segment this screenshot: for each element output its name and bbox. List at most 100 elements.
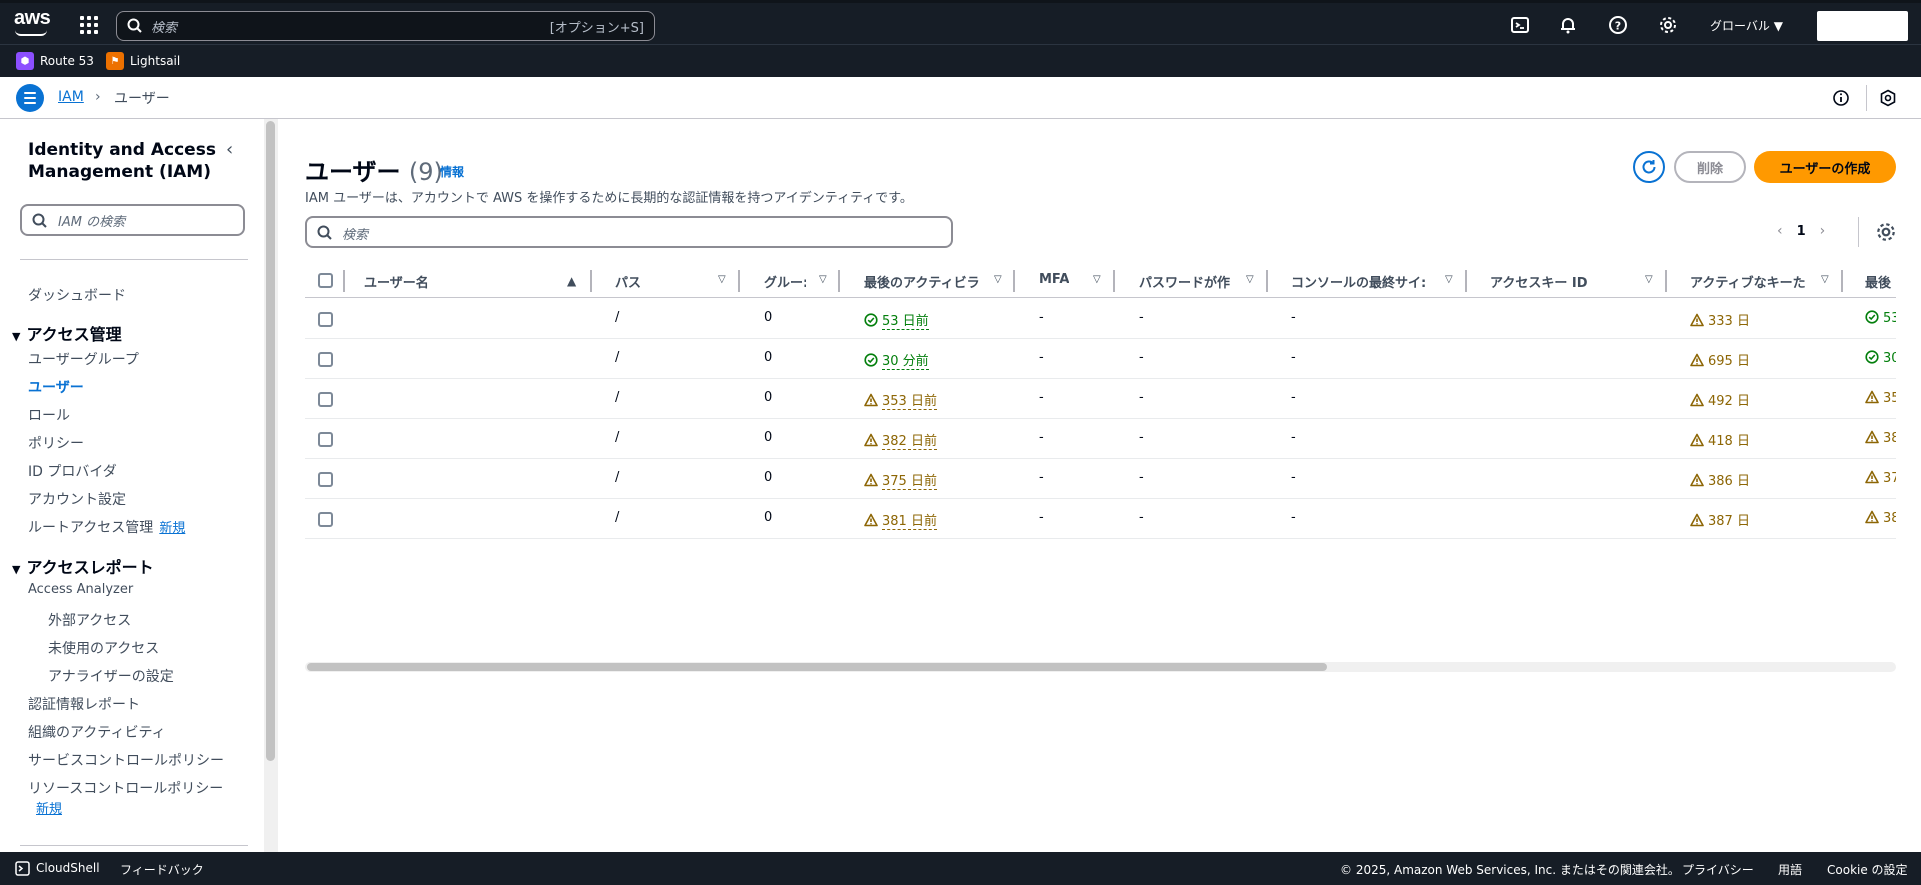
row-checkbox[interactable] xyxy=(318,432,333,447)
sort-icon[interactable]: ▽ xyxy=(819,274,827,285)
sort-icon[interactable]: ▽ xyxy=(1445,274,1453,285)
sidebar-item-roles[interactable]: ロール xyxy=(28,405,70,425)
chevron-left-icon[interactable]: ‹ xyxy=(1777,223,1783,239)
account-menu[interactable] xyxy=(1817,11,1908,41)
sort-icon[interactable]: ▽ xyxy=(718,274,726,285)
column-header-mfa[interactable]: MFA xyxy=(1039,272,1069,287)
cell-last-activity[interactable]: 382 日前 xyxy=(864,430,937,450)
delete-button[interactable]: 削除 xyxy=(1674,151,1746,183)
help-icon[interactable]: ? xyxy=(1608,15,1628,35)
search-icon xyxy=(317,225,332,240)
row-checkbox[interactable] xyxy=(318,392,333,407)
cloudshell-icon[interactable] xyxy=(1510,15,1530,35)
gear-icon[interactable] xyxy=(1658,15,1678,35)
global-search-input[interactable]: 検索 [オプション+S] xyxy=(116,11,655,41)
sidebar-item-analyzer-settings[interactable]: アナライザーの設定 xyxy=(48,666,174,686)
sidebar-item-unused-access[interactable]: 未使用のアクセス xyxy=(48,638,159,658)
row-checkbox[interactable] xyxy=(318,472,333,487)
favorite-lightsail[interactable]: ⚑ Lightsail xyxy=(106,52,180,70)
column-header-username[interactable]: ユーザー名 xyxy=(364,272,429,291)
user-search-input[interactable]: 検索 xyxy=(305,216,953,248)
table-row[interactable]: / 0 375 日前 - - - 386 日 37 xyxy=(305,459,1896,499)
sidebar-item-credential-report[interactable]: 認証情報レポート xyxy=(28,694,140,714)
sidebar-item-dashboard[interactable]: ダッシュボード xyxy=(28,285,126,305)
info-icon[interactable] xyxy=(1832,89,1850,107)
breadcrumb-iam[interactable]: IAM xyxy=(58,89,84,105)
sort-icon[interactable]: ▽ xyxy=(1246,274,1254,285)
select-all-checkbox[interactable] xyxy=(318,273,333,288)
sort-icon[interactable]: ▽ xyxy=(1093,274,1101,285)
cell-console-last-signin: - xyxy=(1291,510,1296,525)
column-header-groups[interactable]: グルー: xyxy=(764,272,806,291)
column-header-password-age[interactable]: パスワードが作 xyxy=(1139,272,1235,291)
column-header-last[interactable]: 最後 xyxy=(1865,272,1896,291)
table-row[interactable]: / 0 381 日前 - - - 387 日 38 xyxy=(305,499,1896,539)
cell-console-last-signin: - xyxy=(1291,390,1296,405)
column-header-console-last-signin[interactable]: コンソールの最終サイ: xyxy=(1291,272,1437,291)
sidebar-item-rcp[interactable]: リソースコントロールポリシー xyxy=(28,778,223,798)
cloudshell-icon[interactable] xyxy=(15,861,30,876)
sidebar-section-access-management[interactable]: ▼ アクセス管理 xyxy=(12,321,122,345)
sidebar-item-policies[interactable]: ポリシー xyxy=(28,433,84,453)
sidebar-item-scp[interactable]: サービスコントロールポリシー xyxy=(28,750,224,770)
sidebar-item-account-settings[interactable]: アカウント設定 xyxy=(28,489,126,509)
sidebar-item-external-access[interactable]: 外部アクセス xyxy=(48,610,131,630)
cell-mfa: - xyxy=(1039,470,1044,485)
sidebar-scrollbar[interactable] xyxy=(266,121,275,761)
security-hub-icon[interactable] xyxy=(1879,89,1897,107)
table-settings-gear-icon[interactable] xyxy=(1875,221,1897,243)
page-number[interactable]: 1 xyxy=(1797,224,1806,239)
scrollbar-thumb[interactable] xyxy=(307,663,1327,671)
row-checkbox[interactable] xyxy=(318,352,333,367)
row-checkbox[interactable] xyxy=(318,512,333,527)
table-row[interactable]: / 0 30 分前 - - - 695 日 30 xyxy=(305,339,1896,379)
cell-last-activity[interactable]: 381 日前 xyxy=(864,510,937,530)
table-row[interactable]: / 0 382 日前 - - - 418 日 38 xyxy=(305,419,1896,459)
terms-link[interactable]: 用語 xyxy=(1778,861,1802,878)
table-horizontal-scrollbar[interactable] xyxy=(305,662,1896,672)
info-link[interactable]: 情報 xyxy=(440,163,464,180)
region-selector[interactable]: グローバル ▼ xyxy=(1710,17,1783,34)
table-row[interactable]: / 0 53 日前 - - - 333 日 53 xyxy=(305,299,1896,339)
sidebar-item-user-groups[interactable]: ユーザーグループ xyxy=(28,349,139,369)
sidebar-item-access-analyzer[interactable]: Access Analyzer xyxy=(28,582,133,597)
bell-icon[interactable] xyxy=(1558,15,1578,35)
table-row[interactable]: / 0 353 日前 - - - 492 日 35 xyxy=(305,379,1896,419)
create-user-button[interactable]: ユーザーの作成 xyxy=(1754,151,1896,183)
column-header-access-key-id[interactable]: アクセスキー ID xyxy=(1490,272,1588,291)
cell-groups: 0 xyxy=(764,470,773,485)
cell-last-activity[interactable]: 353 日前 xyxy=(864,390,937,410)
chevron-right-icon[interactable]: › xyxy=(1820,223,1826,239)
table-row[interactable]: /0----2002 日- xyxy=(305,539,1896,542)
sidebar-search-input[interactable]: IAM の検索 xyxy=(20,204,245,236)
cookie-settings-link[interactable]: Cookie の設定 xyxy=(1827,861,1908,878)
favorite-route53[interactable]: ⬢ Route 53 xyxy=(16,52,94,70)
cell-active-key-age: 333 日 xyxy=(1690,310,1750,329)
column-header-last-activity[interactable]: 最後のアクティビラ xyxy=(864,272,986,291)
column-header-active-key-age[interactable]: アクティブなキーた xyxy=(1690,272,1812,291)
sidebar-title[interactable]: Identity and Access Management (IAM) xyxy=(28,139,228,183)
chevron-left-icon[interactable]: ‹ xyxy=(226,139,233,160)
apps-grid-icon[interactable] xyxy=(80,16,98,34)
sort-icon[interactable]: ▽ xyxy=(994,274,1002,285)
sidebar-item-identity-providers[interactable]: ID プロバイダ xyxy=(28,461,117,481)
cell-last-activity[interactable]: 30 分前 xyxy=(864,350,929,370)
sort-icon[interactable]: ▽ xyxy=(1645,274,1653,285)
row-checkbox[interactable] xyxy=(318,312,333,327)
sidebar-item-users[interactable]: ユーザー xyxy=(28,377,84,397)
privacy-link[interactable]: プライバシー xyxy=(1682,861,1754,878)
user-count: (9) xyxy=(408,158,443,186)
feedback-link[interactable]: フィードバック xyxy=(120,861,204,878)
column-header-path[interactable]: パス xyxy=(615,272,695,291)
aws-logo[interactable]: aws xyxy=(14,7,51,30)
cell-last-activity[interactable]: 375 日前 xyxy=(864,470,937,490)
cell-last-activity[interactable]: 53 日前 xyxy=(864,310,929,330)
sort-icon[interactable]: ▽ xyxy=(1821,274,1829,285)
sidebar-item-org-activity[interactable]: 組織のアクティビティ xyxy=(28,722,166,742)
refresh-button[interactable] xyxy=(1633,151,1665,183)
cloudshell-link[interactable]: CloudShell xyxy=(36,861,100,875)
menu-icon[interactable] xyxy=(16,84,44,112)
sidebar-item-root-access[interactable]: ルートアクセス管理 新規 xyxy=(28,517,185,537)
sort-ascending-icon[interactable]: ▲ xyxy=(567,274,576,288)
sidebar-section-access-reports[interactable]: ▼ アクセスレポート xyxy=(12,554,154,578)
